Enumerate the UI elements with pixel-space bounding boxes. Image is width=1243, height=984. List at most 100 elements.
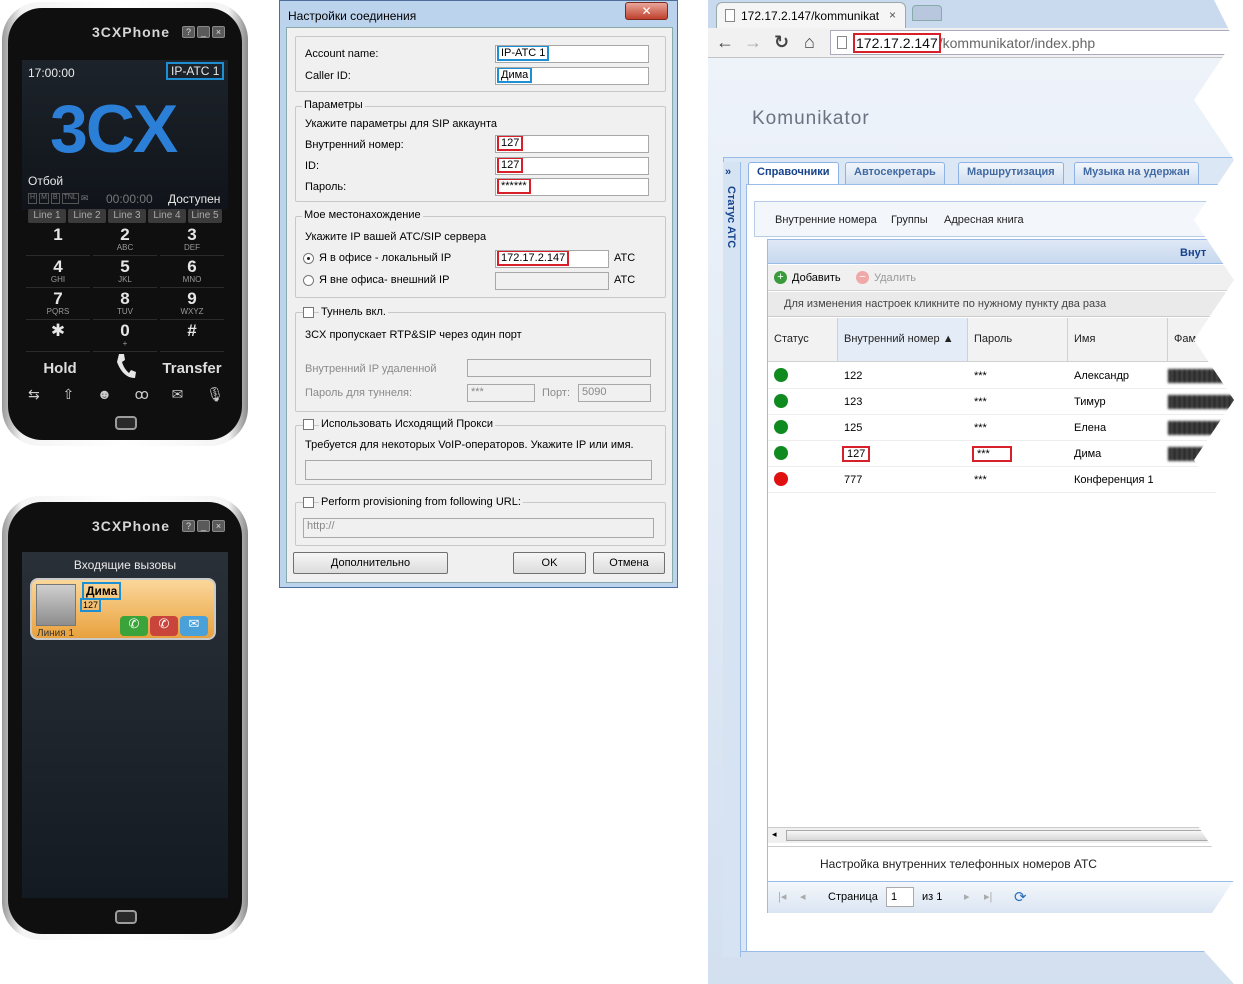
help-button[interactable]: ? bbox=[182, 26, 195, 38]
tab-autoattendant[interactable]: Автосекретарь bbox=[845, 162, 945, 184]
key-11[interactable]: # bbox=[160, 322, 224, 352]
add-button[interactable]: Добавить bbox=[792, 272, 841, 284]
last-page-icon[interactable]: ▸| bbox=[984, 890, 992, 903]
table-row[interactable]: 125 *** Елена bbox=[768, 415, 1243, 441]
home-button[interactable] bbox=[115, 416, 137, 430]
tab-routing[interactable]: Маршрутизация bbox=[958, 162, 1064, 184]
col-number[interactable]: Внутренний номер ▲ bbox=[838, 318, 968, 362]
forward-icon[interactable]: ⇧ bbox=[63, 386, 75, 406]
subtab-groups[interactable]: Группы bbox=[891, 214, 928, 226]
remove-button[interactable]: Удалить bbox=[874, 272, 916, 284]
browser-tab-active[interactable]: 172.17.2.147/kommunikat × bbox=[716, 2, 906, 28]
col-status[interactable]: Статус bbox=[768, 318, 838, 362]
home-button[interactable] bbox=[115, 910, 137, 924]
refresh-icon[interactable]: ⟳ bbox=[1014, 888, 1027, 906]
caller-id-field[interactable]: Дима bbox=[495, 67, 649, 85]
grid-footer-text: Настройка внутренних телефонных номеров … bbox=[768, 846, 1243, 880]
status-sidebar[interactable]: » Статус АТС bbox=[723, 162, 741, 957]
key-5[interactable]: 6 MNO bbox=[160, 258, 224, 288]
ok-button[interactable]: OK bbox=[513, 552, 586, 574]
table-row[interactable]: 127 *** Дима bbox=[768, 441, 1243, 467]
call-button[interactable] bbox=[94, 352, 158, 384]
key-6[interactable]: 7 PQRS bbox=[26, 290, 90, 320]
help-button[interactable]: ? bbox=[182, 520, 195, 532]
transfer-arrows-icon[interactable]: ⇆ bbox=[28, 386, 40, 406]
address-bar[interactable]: 172.17.2.147/kommunikator/index.php bbox=[830, 30, 1243, 55]
expand-icon[interactable]: » bbox=[725, 166, 731, 178]
reload-icon[interactable]: ↻ bbox=[774, 32, 789, 53]
transfer-button[interactable]: Transfer bbox=[160, 354, 224, 384]
key-digit: ✱ bbox=[50, 321, 66, 340]
back-icon[interactable]: ← bbox=[716, 32, 734, 53]
key-4[interactable]: 5 JKL bbox=[93, 258, 157, 288]
port-field[interactable]: 5090 bbox=[578, 384, 651, 402]
scroll-left-icon[interactable]: ◂ bbox=[772, 829, 777, 840]
horizontal-scrollbar[interactable]: ◂ bbox=[768, 827, 1243, 843]
key-0[interactable]: 1 bbox=[26, 226, 90, 256]
table-row[interactable]: 777 *** Конференция 1 bbox=[768, 467, 1243, 493]
next-page-icon[interactable]: ▸ bbox=[964, 890, 970, 903]
minimize-button[interactable]: _ bbox=[197, 520, 210, 532]
col-password[interactable]: Пароль bbox=[968, 318, 1068, 362]
table-row[interactable]: 122 *** Александр bbox=[768, 363, 1243, 389]
mute-icon[interactable]: 🎙 bbox=[206, 386, 224, 406]
subtab-extensions[interactable]: Внутренние номера bbox=[775, 214, 877, 226]
advanced-button[interactable]: Дополнительно bbox=[293, 552, 448, 574]
line-tab-3[interactable]: Line 3 bbox=[108, 209, 146, 223]
answer-button[interactable]: ✆ bbox=[120, 616, 148, 636]
proxy-checkbox[interactable] bbox=[303, 419, 314, 430]
message-button[interactable]: ✉ bbox=[180, 616, 208, 636]
local-ip-field[interactable]: 172.17.2.147 bbox=[495, 250, 609, 268]
tunnel-remote-field[interactable] bbox=[467, 359, 651, 377]
provisioning-url-field[interactable]: http:// bbox=[303, 518, 654, 538]
account-label[interactable]: IP-ATC 1 bbox=[165, 62, 225, 80]
proxy-field[interactable] bbox=[305, 460, 652, 480]
new-tab-button[interactable] bbox=[912, 5, 942, 21]
first-page-icon[interactable]: |◂ bbox=[778, 890, 786, 903]
key-10[interactable]: 0 + bbox=[93, 322, 157, 352]
line-tab-5[interactable]: Line 5 bbox=[188, 209, 222, 223]
home-icon[interactable]: ⌂ bbox=[804, 32, 815, 53]
line-tab-2[interactable]: Line 2 bbox=[68, 209, 106, 223]
contacts-icon[interactable]: ☻ bbox=[97, 386, 112, 406]
key-9[interactable]: ✱ bbox=[26, 322, 90, 352]
minimize-button[interactable]: _ bbox=[197, 26, 210, 38]
key-1[interactable]: 2 ABC bbox=[93, 226, 157, 256]
prev-page-icon[interactable]: ◂ bbox=[800, 890, 806, 903]
status-dot-icon bbox=[774, 368, 788, 382]
dialog-close-button[interactable]: ✕ bbox=[625, 2, 668, 20]
provisioning-checkbox[interactable] bbox=[303, 497, 314, 508]
external-ip-field[interactable] bbox=[495, 272, 609, 290]
tab-music-on-hold[interactable]: Музыка на удержан bbox=[1074, 162, 1199, 184]
line-tab-4[interactable]: Line 4 bbox=[148, 209, 186, 223]
local-radio[interactable] bbox=[303, 253, 314, 264]
tab-close-icon[interactable]: × bbox=[889, 8, 896, 22]
ext-field[interactable]: 127 bbox=[495, 135, 649, 153]
key-7[interactable]: 8 TUV bbox=[93, 290, 157, 320]
line-tab-1[interactable]: Line 1 bbox=[28, 209, 66, 223]
key-2[interactable]: 3 DEF bbox=[160, 226, 224, 256]
password-field[interactable]: ****** bbox=[495, 178, 649, 196]
tunnel-checkbox[interactable] bbox=[303, 307, 314, 318]
key-3[interactable]: 4 GHI bbox=[26, 258, 90, 288]
account-name-field[interactable]: IP-ATC 1 bbox=[495, 45, 649, 63]
col-name[interactable]: Имя bbox=[1068, 318, 1168, 362]
close-button[interactable]: × bbox=[212, 26, 225, 38]
tab-directories[interactable]: Справочники bbox=[748, 162, 839, 184]
key-8[interactable]: 9 WXYZ bbox=[160, 290, 224, 320]
message-icon[interactable]: ✉ bbox=[172, 386, 184, 406]
incoming-call-card[interactable]: Дима 127 Линия 1 ✆ ✆ ✉ bbox=[30, 578, 216, 640]
cancel-button[interactable]: Отмена bbox=[593, 552, 665, 574]
hold-button[interactable]: Hold bbox=[28, 354, 92, 384]
external-radio[interactable] bbox=[303, 275, 314, 286]
close-button[interactable]: × bbox=[212, 520, 225, 532]
table-row[interactable]: 123 *** Тимур bbox=[768, 389, 1243, 415]
forward-icon[interactable]: → bbox=[744, 32, 762, 53]
voicemail-icon[interactable]: ꝏ bbox=[135, 386, 149, 406]
id-field[interactable]: 127 bbox=[495, 157, 649, 175]
subtab-address-book[interactable]: Адресная книга bbox=[944, 214, 1024, 226]
reject-button[interactable]: ✆ bbox=[150, 616, 178, 636]
scroll-thumb[interactable] bbox=[786, 830, 1243, 841]
tunnel-pass-field[interactable]: *** bbox=[467, 384, 535, 402]
page-input[interactable]: 1 bbox=[886, 887, 914, 907]
